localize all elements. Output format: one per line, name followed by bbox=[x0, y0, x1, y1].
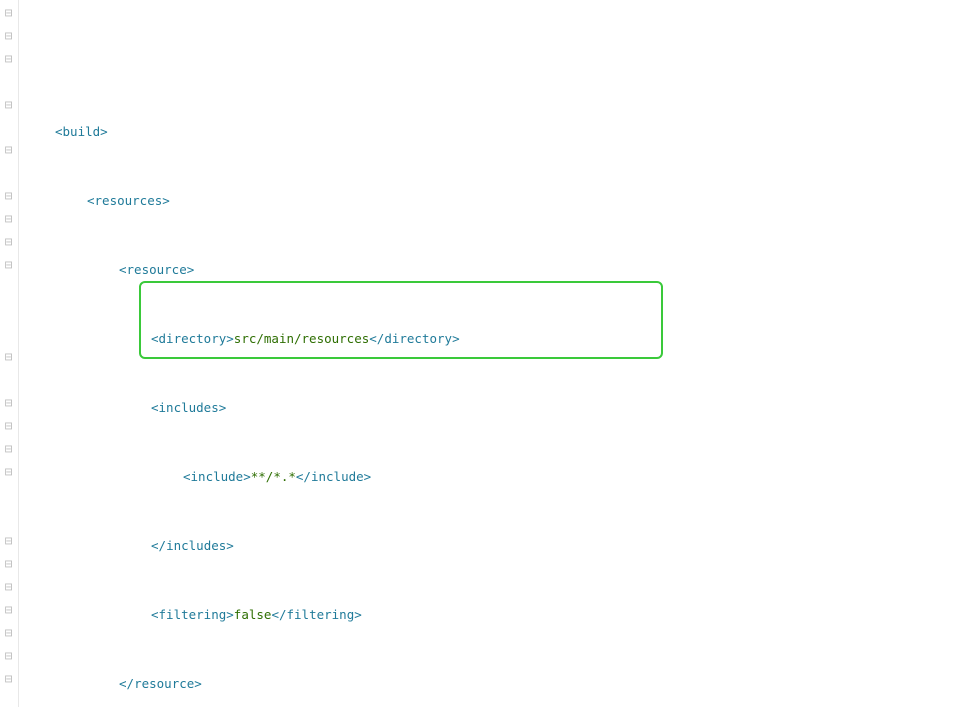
fold-icon[interactable]: ⊟ bbox=[1, 98, 16, 113]
fold-icon[interactable]: ⊟ bbox=[1, 626, 16, 641]
fold-icon[interactable]: ⊟ bbox=[1, 396, 16, 411]
fold-icon[interactable]: ⊟ bbox=[1, 672, 16, 687]
fold-icon[interactable]: ⊟ bbox=[1, 52, 16, 67]
fold-icon[interactable]: ⊟ bbox=[1, 649, 16, 664]
fold-icon[interactable]: ⊟ bbox=[1, 465, 16, 480]
fold-gutter: ⊟ ⊟ ⊟ ⊟ ⊟ ⊟ ⊟ ⊟ ⊟ ⊟ ⊟ ⊟ ⊟ ⊟ ⊟ ⊟ ⊟ ⊟ ⊟ ⊟ … bbox=[0, 0, 19, 707]
code-line[interactable]: <directory>src/main/resources</directory… bbox=[25, 327, 975, 350]
code-line[interactable]: <build> bbox=[25, 120, 975, 143]
fold-icon[interactable]: ⊟ bbox=[1, 580, 16, 595]
code-line[interactable]: <resource> bbox=[25, 258, 975, 281]
include-value: **/*.* bbox=[251, 469, 296, 484]
fold-icon[interactable]: ⊟ bbox=[1, 534, 16, 549]
fold-icon[interactable]: ⊟ bbox=[1, 143, 16, 158]
code-line[interactable]: <includes> bbox=[25, 396, 975, 419]
fold-icon[interactable]: ⊟ bbox=[1, 29, 16, 44]
tag-resources: resources bbox=[95, 193, 163, 208]
fold-icon[interactable]: ⊟ bbox=[1, 6, 16, 21]
fold-icon[interactable]: ⊟ bbox=[1, 603, 16, 618]
tag-includes: includes bbox=[159, 400, 219, 415]
code-editor[interactable]: ⊟ ⊟ ⊟ ⊟ ⊟ ⊟ ⊟ ⊟ ⊟ ⊟ ⊟ ⊟ ⊟ ⊟ ⊟ ⊟ ⊟ ⊟ ⊟ ⊟ … bbox=[0, 0, 975, 707]
tag-directory: directory bbox=[159, 331, 227, 346]
fold-icon[interactable]: ⊟ bbox=[1, 442, 16, 457]
fold-icon[interactable]: ⊟ bbox=[1, 258, 16, 273]
directory-value: src/main/resources bbox=[234, 331, 369, 346]
code-line[interactable]: </resource> bbox=[25, 672, 975, 695]
fold-icon[interactable]: ⊟ bbox=[1, 557, 16, 572]
fold-icon[interactable]: ⊟ bbox=[1, 235, 16, 250]
tag-resource: resource bbox=[127, 262, 187, 277]
fold-icon[interactable]: ⊟ bbox=[1, 419, 16, 434]
filtering-value: false bbox=[234, 607, 272, 622]
code-area[interactable]: <build> <resources> <resource> <director… bbox=[19, 0, 975, 707]
tag-include: include bbox=[191, 469, 244, 484]
code-line[interactable]: <filtering>false</filtering> bbox=[25, 603, 975, 626]
fold-icon[interactable]: ⊟ bbox=[1, 350, 16, 365]
code-line[interactable]: </includes> bbox=[25, 534, 975, 557]
tag-build: build bbox=[63, 124, 101, 139]
fold-icon[interactable]: ⊟ bbox=[1, 212, 16, 227]
tag-filtering: filtering bbox=[159, 607, 227, 622]
code-line[interactable]: <include>**/*.*</include> bbox=[25, 465, 975, 488]
code-line[interactable]: <resources> bbox=[25, 189, 975, 212]
fold-icon[interactable]: ⊟ bbox=[1, 189, 16, 204]
